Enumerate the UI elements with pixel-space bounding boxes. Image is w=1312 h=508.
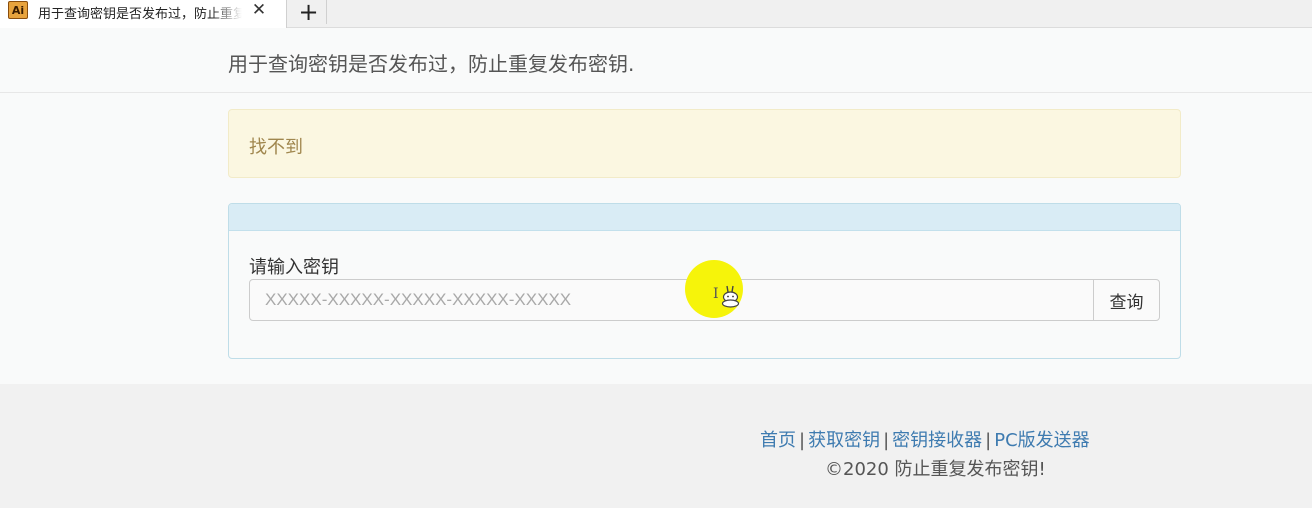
text-cursor-icon: I [713, 286, 719, 302]
browser-tab[interactable]: Ai 用于查询密钥是否发布过，防止重复发布密钥. ✕ [0, 0, 287, 28]
footer-link-home[interactable]: 首页 [760, 430, 796, 451]
browser-tab-bar: Ai 用于查询密钥是否发布过，防止重复发布密钥. ✕ + [0, 0, 1312, 28]
footer-link-pc-sender[interactable]: PC版发送器 [994, 430, 1089, 451]
not-found-alert: 找不到 [228, 109, 1181, 178]
copyright-text: ©2020 防止重复发布密钥! [825, 459, 1046, 480]
alert-message: 找不到 [249, 137, 303, 158]
new-tab-button[interactable]: + [291, 0, 327, 24]
page-header: 用于查询密钥是否发布过，防止重复发布密钥. [0, 29, 1312, 93]
key-input[interactable] [249, 279, 1094, 321]
tab-title: 用于查询密钥是否发布过，防止重复发布密钥. [38, 7, 242, 22]
plus-icon: + [298, 0, 319, 26]
page-title: 用于查询密钥是否发布过，防止重复发布密钥. [228, 52, 635, 76]
panel-heading [229, 204, 1180, 231]
footer-link-get-key[interactable]: 获取密钥 [808, 430, 880, 451]
query-button[interactable]: 查询 [1093, 279, 1160, 321]
rabbit-mascot-icon [721, 285, 740, 308]
footer-separator: | [985, 430, 992, 451]
footer-link-key-receiver[interactable]: 密钥接收器 [892, 430, 982, 451]
close-icon[interactable]: ✕ [250, 0, 268, 20]
footer-separator: | [799, 430, 806, 451]
footer-links: 首页 | 获取密钥 | 密钥接收器 | PC版发送器 [760, 426, 1090, 452]
footer-separator: | [883, 430, 890, 451]
key-input-label: 请输入密钥 [249, 257, 339, 278]
page-footer: 首页 | 获取密钥 | 密钥接收器 | PC版发送器 ©2020 防止重复发布密钥! [0, 384, 1312, 508]
illustrator-app-icon: Ai [8, 1, 28, 19]
